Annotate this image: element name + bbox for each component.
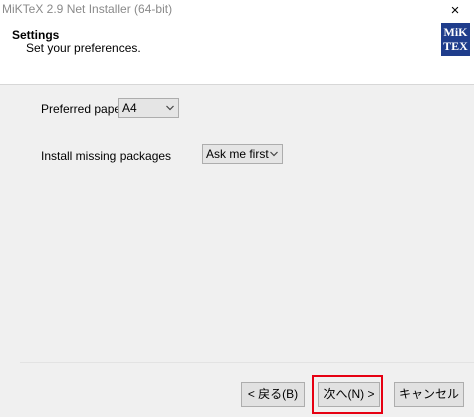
preferred-paper-value: A4 [122,101,137,115]
logo-text-top: MiK [443,25,468,39]
logo-text-bottom: TEX [443,39,468,53]
chevron-down-icon [166,105,174,111]
install-missing-label: Install missing packages [41,149,172,163]
next-button-highlight [312,375,383,414]
header-panel: Settings Set your preferences. MiK TEX [0,20,474,85]
chevron-down-icon [270,151,278,157]
page-subtitle: Set your preferences. [26,41,141,55]
footer-separator [20,362,474,363]
page-title: Settings [12,28,60,42]
preferred-paper-select[interactable]: A4 [118,98,179,118]
back-button[interactable]: < 戻る(B) [241,382,305,407]
window-title: MiKTeX 2.9 Net Installer (64-bit) [2,2,173,16]
miktex-logo: MiK TEX [441,23,470,56]
install-missing-select[interactable]: Ask me first [202,144,283,164]
preferred-paper-label: Preferred paper: [41,102,129,116]
close-icon: × [450,1,460,19]
install-missing-value: Ask me first [206,147,269,161]
close-button[interactable]: × [436,0,474,20]
cancel-button[interactable]: キャンセル [394,382,464,407]
title-bar: MiKTeX 2.9 Net Installer (64-bit) × [0,0,474,20]
